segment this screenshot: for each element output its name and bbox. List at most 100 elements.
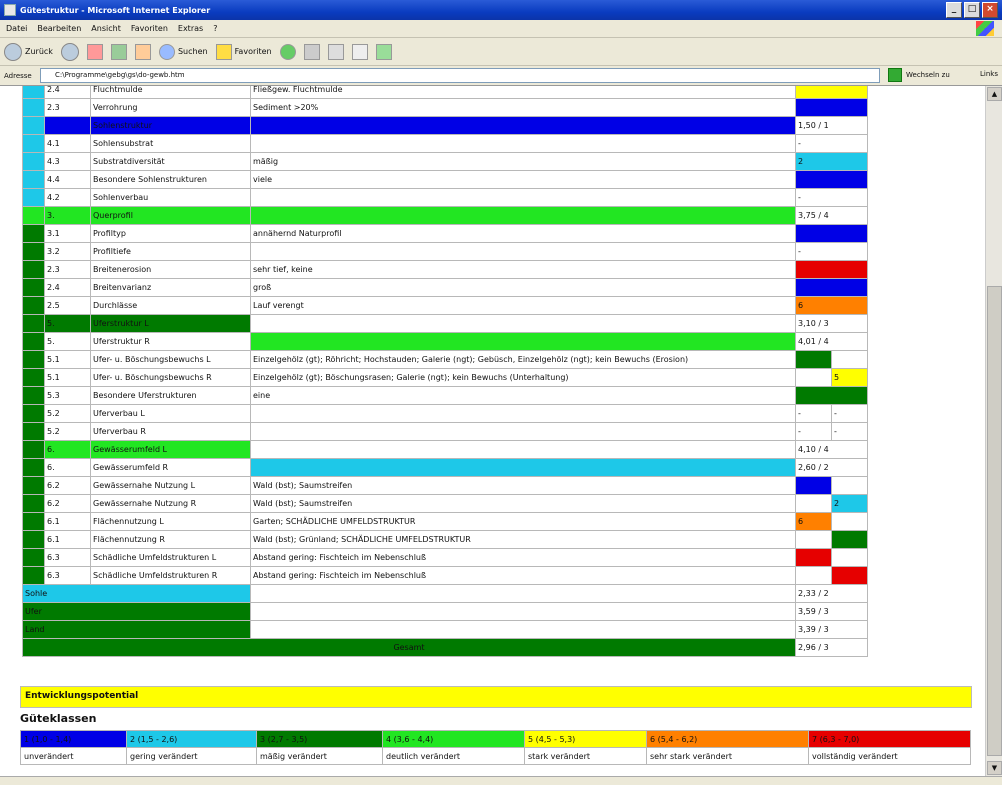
score-swatch-left	[795, 350, 832, 369]
quality-classes-title: Güteklassen	[20, 712, 97, 725]
score-cell: 3,75 / 4	[795, 206, 868, 225]
table-row: 2.5 Durchlässe Lauf verengt 6	[22, 296, 868, 315]
class-color-cell	[22, 242, 45, 261]
parameter-number: 5.2	[44, 404, 91, 423]
table-row: 2.3 Breitenerosion sehr tief, keine	[22, 260, 868, 279]
parameter-value	[250, 116, 796, 135]
total-row: Gesamt 2,96 / 3	[22, 638, 868, 657]
summary-spacer	[250, 602, 796, 621]
legend-class-range: 3 (2,7 - 3,5)	[256, 730, 383, 748]
table-row: 6.2 Gewässernahe Nutzung L Wald (bst); Sau…	[22, 476, 868, 495]
total-label: Gesamt	[22, 638, 796, 657]
go-arrow-icon[interactable]	[888, 68, 902, 82]
ie-app-icon	[4, 4, 16, 16]
go-button[interactable]: Wechseln zu	[906, 71, 950, 79]
menu-extras[interactable]: Extras	[178, 24, 203, 33]
score-swatch-left	[795, 566, 832, 585]
table-row: Sohlenstruktur 1,50 / 1	[22, 116, 868, 135]
quality-table: 2.4 Fluchtmulde Fließgew. Fluchtmulde 2.3 Ve…	[22, 86, 868, 657]
scroll-down-arrow-icon[interactable]: ▼	[987, 761, 1002, 775]
class-color-cell	[22, 404, 45, 423]
score-swatch-right	[831, 476, 868, 495]
edit-icon[interactable]	[375, 43, 392, 60]
parameter-value: viele	[250, 170, 796, 189]
parameter-number: 3.2	[44, 242, 91, 261]
class-color-cell	[22, 548, 45, 567]
parameter-number: 5.	[44, 314, 91, 333]
class-color-cell	[22, 458, 45, 477]
parameter-name: Ufer- u. Böschungsbewuchs R	[90, 368, 251, 387]
home-icon[interactable]	[134, 43, 151, 60]
table-row: 4.2 Sohlenverbau -	[22, 188, 868, 207]
class-color-cell	[22, 566, 45, 585]
minimize-button[interactable]: _	[946, 2, 962, 18]
parameter-name: Breitenvarianz	[90, 278, 251, 297]
window-titlebar: Gütestruktur - Microsoft Internet Explor…	[0, 0, 1002, 20]
score-swatch-left	[795, 530, 832, 549]
links-button[interactable]: Links	[980, 70, 998, 78]
parameter-value: Wald (bst); Saumstreifen	[250, 476, 796, 495]
parameter-name: Profiltiefe	[90, 242, 251, 261]
media-icon[interactable]	[279, 43, 296, 60]
vertical-scrollbar[interactable]: ▲ ▼	[985, 86, 1002, 776]
forward-button[interactable]	[60, 42, 79, 61]
menu-favoriten[interactable]: Favoriten	[131, 24, 168, 33]
class-color-cell	[22, 170, 45, 189]
score-swatch-right: -	[831, 404, 868, 423]
print-icon[interactable]	[351, 43, 368, 60]
maximize-button[interactable]: □	[964, 2, 980, 18]
search-button[interactable]: Suchen	[158, 43, 208, 60]
class-color-cell	[22, 512, 45, 531]
summary-row: Ufer 3,59 / 3	[22, 602, 868, 621]
legend-class-range: 1 (1,0 - 1,4)	[20, 730, 127, 748]
scrollbar-thumb[interactable]	[987, 286, 1002, 756]
parameter-name: Durchlässe	[90, 296, 251, 315]
class-color-cell	[22, 224, 45, 243]
parameter-name: Gewässernahe Nutzung R	[90, 494, 251, 513]
score-swatch-right	[831, 548, 868, 567]
score-swatch	[795, 170, 868, 189]
menu-help[interactable]: ?	[213, 24, 217, 33]
class-color-cell	[22, 296, 45, 315]
legend-class-desc: sehr stark verändert	[646, 747, 809, 765]
score-swatch-left	[795, 476, 832, 495]
score-swatch-left	[795, 548, 832, 567]
parameter-number: 5.2	[44, 422, 91, 441]
parameter-number: 2.3	[44, 98, 91, 117]
back-button[interactable]: Zurück	[4, 42, 53, 61]
menu-ansicht[interactable]: Ansicht	[91, 24, 121, 33]
summary-label: Sohle	[22, 584, 251, 603]
mail-icon[interactable]	[327, 43, 344, 60]
parameter-number: 4.2	[44, 188, 91, 207]
legend-class-range: 2 (1,5 - 2,6)	[126, 730, 257, 748]
stop-icon[interactable]	[86, 43, 103, 60]
table-row: 5.2 Uferverbau L --	[22, 404, 868, 423]
refresh-icon[interactable]	[110, 43, 127, 60]
menu-bearbeiten[interactable]: Bearbeiten	[37, 24, 81, 33]
score-cell: -	[795, 242, 868, 261]
scroll-up-arrow-icon[interactable]: ▲	[987, 87, 1002, 101]
address-input[interactable]: C:\Programme\gebg\gs\do-gewb.htm	[40, 68, 880, 83]
summary-spacer	[250, 584, 796, 603]
table-row: 5.1 Ufer- u. Böschungsbewuchs L Einzelgehö…	[22, 350, 868, 369]
parameter-value: Wald (bst); Grünland; SCHÄDLICHE UMFELDS…	[250, 530, 796, 549]
parameter-number: 6.1	[44, 512, 91, 531]
table-row: 4.1 Sohlensubstrat -	[22, 134, 868, 153]
history-icon[interactable]	[303, 43, 320, 60]
toolbar: Zurück Suchen Favoriten	[0, 38, 1002, 66]
menu-datei[interactable]: Datei	[6, 24, 27, 33]
parameter-value	[250, 188, 796, 207]
parameter-number: 4.1	[44, 134, 91, 153]
table-row: 3.1 Profiltyp annähernd Naturprofil	[22, 224, 868, 243]
score-swatch-right: 2	[831, 494, 868, 513]
parameter-value	[250, 134, 796, 153]
score-swatch	[795, 386, 868, 405]
parameter-value	[250, 458, 796, 477]
parameter-number: 3.1	[44, 224, 91, 243]
parameter-number: 6.1	[44, 530, 91, 549]
close-button[interactable]: ×	[982, 2, 998, 18]
favorites-button[interactable]: Favoriten	[215, 43, 272, 60]
class-color-cell	[22, 476, 45, 495]
class-color-cell	[22, 134, 45, 153]
table-row: 6.3 Schädliche Umfeldstrukturen L Abstand …	[22, 548, 868, 567]
